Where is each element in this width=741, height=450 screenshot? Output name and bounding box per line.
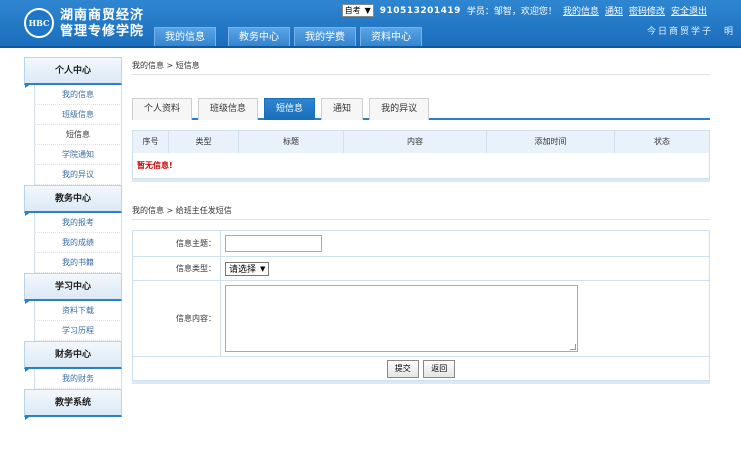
subject-label: 信息主题： (132, 230, 221, 257)
student-id: 910513201419 (379, 5, 461, 16)
table-header-row: 序号 类型 标题 内容 添加时间 状态 (132, 130, 710, 153)
nav-tab-tuition[interactable]: 我的学费 (294, 27, 356, 48)
school-name-line2: 管理专修学院 (60, 24, 145, 39)
subject-input[interactable] (225, 235, 322, 252)
sidebar: 个人中心 我的信息 班级信息 短信息 学院通知 我的异议 教务中心 我的报考 我… (24, 57, 122, 420)
col-header-content: 内容 (343, 130, 487, 153)
tab-messages[interactable]: 短信息 (264, 98, 316, 120)
table-bottom-bar (132, 179, 710, 182)
breadcrumb-send-message: 我的信息 > 给班主任发短信 (132, 202, 710, 220)
header-link-my-info[interactable]: 我的信息 (563, 4, 599, 17)
sidebar-section-personal[interactable]: 个人中心 (24, 57, 122, 88)
col-header-added-time: 添加时间 (486, 130, 615, 153)
submit-button[interactable]: 提交 (386, 359, 419, 378)
welcome-text: 学员：邹智，欢迎您！ (466, 7, 557, 17)
form-row-type: 信息类型： 请选择 ▼ (132, 256, 710, 281)
chevron-down-icon: ▼ (260, 264, 266, 273)
type-label: 信息类型： (132, 256, 221, 281)
user-bar: 自考 ▼ 910513201419 学员：邹智，欢迎您！ 我的信息 通知 密码修… (341, 4, 707, 17)
school-name: 湖南商贸经济 管理专修学院 (60, 8, 144, 40)
header-link-notice[interactable]: 通知 (605, 4, 623, 17)
messages-table: 序号 类型 标题 内容 添加时间 状态 暂无信息! (132, 130, 710, 179)
form-bottom-bar (132, 381, 710, 384)
tab-personal-profile[interactable]: 个人资料 (132, 98, 193, 120)
top-navigation: 我的信息 教务中心 我的学费 资料中心 (154, 27, 422, 48)
col-header-status: 状态 (614, 130, 710, 153)
content-textarea[interactable] (225, 285, 578, 352)
school-name-line1: 湖南商贸经济 (60, 8, 145, 23)
sidebar-item-notices[interactable]: 学院通知 (34, 145, 122, 165)
tab-notices[interactable]: 通知 (321, 98, 364, 120)
send-message-form: 信息主题： 信息类型： 请选择 ▼ 信息内容： 提交 返回 (132, 230, 710, 381)
sidebar-item-books[interactable]: 我的书籍 (34, 253, 122, 273)
chevron-down-icon: ▼ (364, 6, 371, 15)
content-cell (220, 280, 710, 357)
form-row-content: 信息内容： (132, 280, 710, 357)
sidebar-item-my-info[interactable]: 我的信息 (34, 85, 122, 105)
nav-tab-academic[interactable]: 教务中心 (228, 27, 290, 48)
sidebar-item-registration[interactable]: 我的报考 (34, 213, 122, 233)
message-type-value: 请选择 (229, 265, 257, 275)
empty-message: 暂无信息! (137, 160, 173, 170)
message-type-select[interactable]: 请选择 ▼ (225, 261, 270, 276)
sidebar-item-study-history[interactable]: 学习历程 (34, 321, 122, 341)
subject-cell (220, 230, 710, 257)
type-cell: 请选择 ▼ (220, 256, 710, 281)
col-header-type: 类型 (168, 130, 239, 153)
table-row: 暂无信息! (133, 153, 710, 179)
sidebar-section-teaching-system[interactable]: 教学系统 (24, 389, 122, 420)
content-tabs: 个人资料 班级信息 短信息 通知 我的异议 (132, 98, 710, 120)
sidebar-item-messages[interactable]: 短信息 (34, 125, 122, 145)
header-link-change-password[interactable]: 密码修改 (629, 4, 665, 17)
nav-tab-my-info[interactable]: 我的信息 (154, 27, 216, 48)
header-link-logout[interactable]: 安全退出 (671, 4, 707, 17)
exam-type-select[interactable]: 自考 ▼ (341, 4, 374, 17)
sidebar-item-my-finance[interactable]: 我的财务 (34, 369, 122, 389)
sidebar-section-academic[interactable]: 教务中心 (24, 185, 122, 216)
buttons-cell: 提交 返回 (133, 357, 710, 381)
col-header-index: 序号 (132, 130, 169, 153)
school-logo-icon: HBC (24, 8, 54, 38)
nav-tab-resources[interactable]: 资料中心 (360, 27, 422, 48)
sidebar-item-class-info[interactable]: 班级信息 (34, 105, 122, 125)
sidebar-item-grades[interactable]: 我的成绩 (34, 233, 122, 253)
tab-class-info[interactable]: 班级信息 (198, 98, 259, 120)
slogan: 今日商贸学子 明 (646, 27, 735, 37)
col-header-title: 标题 (238, 130, 344, 153)
exam-type-value: 自考 (344, 6, 361, 15)
sidebar-section-study[interactable]: 学习中心 (24, 273, 122, 304)
content-label: 信息内容： (132, 280, 221, 357)
main-content: 我的信息 > 短信息 个人资料 班级信息 短信息 通知 我的异议 序号 类型 标… (132, 57, 710, 384)
sidebar-item-objections[interactable]: 我的异议 (34, 165, 122, 185)
top-header: HBC 湖南商贸经济 管理专修学院 我的信息 教务中心 我的学费 资料中心 自考… (0, 0, 741, 48)
back-button[interactable]: 返回 (423, 359, 456, 378)
breadcrumb: 我的信息 > 短信息 (132, 57, 710, 75)
tab-objections[interactable]: 我的异议 (369, 98, 430, 120)
form-row-subject: 信息主题： (132, 230, 710, 257)
sidebar-section-finance[interactable]: 财务中心 (24, 341, 122, 372)
sidebar-item-downloads[interactable]: 资料下载 (34, 301, 122, 321)
form-row-buttons: 提交 返回 (133, 357, 710, 381)
